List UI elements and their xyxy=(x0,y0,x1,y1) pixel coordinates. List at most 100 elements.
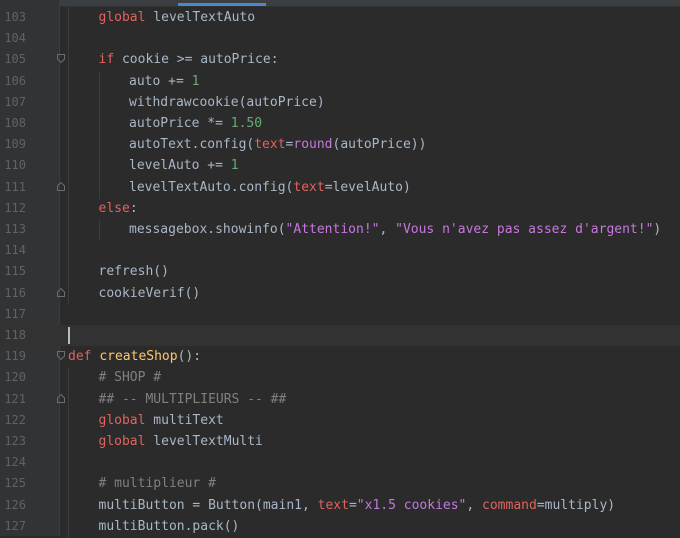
fold-close-icon[interactable] xyxy=(57,394,65,403)
line-number: 125 xyxy=(4,476,26,490)
code-token: text xyxy=(254,137,286,152)
code-token: ) xyxy=(653,222,662,237)
code-line[interactable]: 123 global levelTextMulti xyxy=(0,431,680,453)
code-text: global levelTextMulti xyxy=(99,431,263,452)
indent-guide xyxy=(68,49,69,71)
code-token: global xyxy=(98,434,154,449)
code-token: ## -- MULTIPLIEURS -- ## xyxy=(98,392,287,407)
code-line[interactable]: 127 multiButton.pack() xyxy=(0,516,680,538)
code-line[interactable]: 112 else: xyxy=(0,198,680,220)
code-token: messagebox.showinfo( xyxy=(129,222,286,237)
indent-guide xyxy=(68,367,69,389)
indent-guide xyxy=(68,473,69,495)
indent-guide xyxy=(98,155,100,177)
code-token: refresh() xyxy=(98,264,169,279)
code-line[interactable]: 105 if cookie >= autoPrice: xyxy=(0,49,680,71)
code-token: withdrawcookie(autoPrice) xyxy=(129,95,325,110)
code-token: else xyxy=(98,201,130,216)
fold-close-icon[interactable] xyxy=(57,182,65,191)
code-token: "x1.5 cookies" xyxy=(356,498,467,513)
code-line[interactable]: 117 xyxy=(0,304,680,325)
indent-guide xyxy=(68,28,69,50)
fold-close-icon[interactable] xyxy=(57,288,65,297)
line-number: 103 xyxy=(4,10,26,24)
code-line[interactable]: 114 xyxy=(0,240,680,262)
code-line[interactable]: 107 withdrawcookie(autoPrice) xyxy=(0,92,680,114)
indent-guide xyxy=(68,389,69,411)
code-token: "Attention!" xyxy=(285,222,380,237)
line-number: 104 xyxy=(4,31,26,45)
code-line[interactable]: 120 # SHOP # xyxy=(0,367,680,389)
code-text: auto += 1 xyxy=(129,71,199,92)
code-line[interactable]: 126 multiButton = Button(main1, text="x1.… xyxy=(0,495,680,517)
code-token: text xyxy=(293,180,325,195)
indent-guide xyxy=(68,219,69,241)
indent-guide xyxy=(68,516,69,538)
code-line[interactable]: 121 ## -- MULTIPLIEURS -- ## xyxy=(0,389,680,411)
line-number: 124 xyxy=(4,455,26,469)
line-number: 111 xyxy=(4,180,26,194)
code-token: autoPrice *= xyxy=(129,116,231,131)
code-line[interactable]: 125 # multiplieur # xyxy=(0,473,680,495)
code-text: withdrawcookie(autoPrice) xyxy=(129,92,325,113)
code-text: refresh() xyxy=(99,261,169,282)
line-number: 113 xyxy=(4,222,26,236)
code-text: # multiplieur # xyxy=(99,473,216,494)
line-number: 106 xyxy=(4,74,26,88)
code-line[interactable]: 113 messagebox.showinfo("Attention!", "Vo… xyxy=(0,219,680,241)
code-text: multiButton.pack() xyxy=(99,516,240,537)
code-token: : xyxy=(129,201,138,216)
code-line[interactable]: 116 cookieVerif() xyxy=(0,283,680,305)
code-token: auto += xyxy=(129,74,192,89)
code-token: = xyxy=(348,498,357,513)
indent-guide xyxy=(68,240,69,262)
line-number: 127 xyxy=(4,519,26,533)
indent-guide xyxy=(98,113,100,135)
code-editor[interactable]: 103 global levelTextAuto 104 105 if cookie >… xyxy=(0,0,680,538)
code-line[interactable]: 109 autoText.config(text=round(autoPrice)… xyxy=(0,134,680,156)
indent-guide xyxy=(68,431,69,453)
code-token: levelTextMulti xyxy=(153,434,263,449)
code-text: else: xyxy=(99,198,138,219)
line-number: 118 xyxy=(4,328,26,342)
code-line[interactable]: 115 refresh() xyxy=(0,261,680,283)
indent-guide xyxy=(68,134,69,156)
code-text: cookieVerif() xyxy=(99,283,201,304)
code-line[interactable]: 111 levelTextAuto.config(text=levelAuto) xyxy=(0,177,680,199)
indent-guide xyxy=(98,71,100,93)
code-line[interactable]: 124 xyxy=(0,452,680,474)
indent-guide xyxy=(98,177,100,199)
code-line[interactable]: 110 levelAuto += 1 xyxy=(0,155,680,177)
code-line[interactable]: 104 xyxy=(0,28,680,50)
code-line[interactable]: 118 xyxy=(0,325,680,346)
code-token: levelTextAuto xyxy=(153,10,256,25)
text-caret xyxy=(68,327,70,344)
line-number: 121 xyxy=(4,392,26,406)
indent-guide xyxy=(68,495,69,517)
indent-guide xyxy=(68,155,69,177)
code-token: , xyxy=(379,222,396,237)
indent-guide xyxy=(68,261,69,283)
fold-open-icon[interactable] xyxy=(57,351,65,360)
code-token: 1.50 xyxy=(230,116,263,131)
indent-guide xyxy=(98,92,100,114)
code-token: # SHOP # xyxy=(98,370,162,385)
line-number: 107 xyxy=(4,95,26,109)
code-token: multiButton = Button(main1, xyxy=(98,498,318,513)
code-token: levelTextAuto.config( xyxy=(129,180,294,195)
code-token: # multiplieur # xyxy=(98,476,216,491)
code-line[interactable]: 119 def createShop(): xyxy=(0,346,680,367)
code-line[interactable]: 108 autoPrice *= 1.50 xyxy=(0,113,680,135)
code-line[interactable]: 103 global levelTextAuto xyxy=(0,7,680,29)
indent-guide xyxy=(68,452,69,474)
line-number: 117 xyxy=(4,307,26,321)
indent-guide xyxy=(68,7,69,29)
code-token: text xyxy=(317,498,349,513)
line-number: 112 xyxy=(4,201,26,215)
indent-guide xyxy=(68,71,69,93)
code-token: autoText.config( xyxy=(129,137,255,152)
code-line[interactable]: 106 auto += 1 xyxy=(0,71,680,93)
line-number: 109 xyxy=(4,137,26,151)
code-line[interactable]: 122 global multiText xyxy=(0,410,680,432)
fold-open-icon[interactable] xyxy=(57,54,65,63)
